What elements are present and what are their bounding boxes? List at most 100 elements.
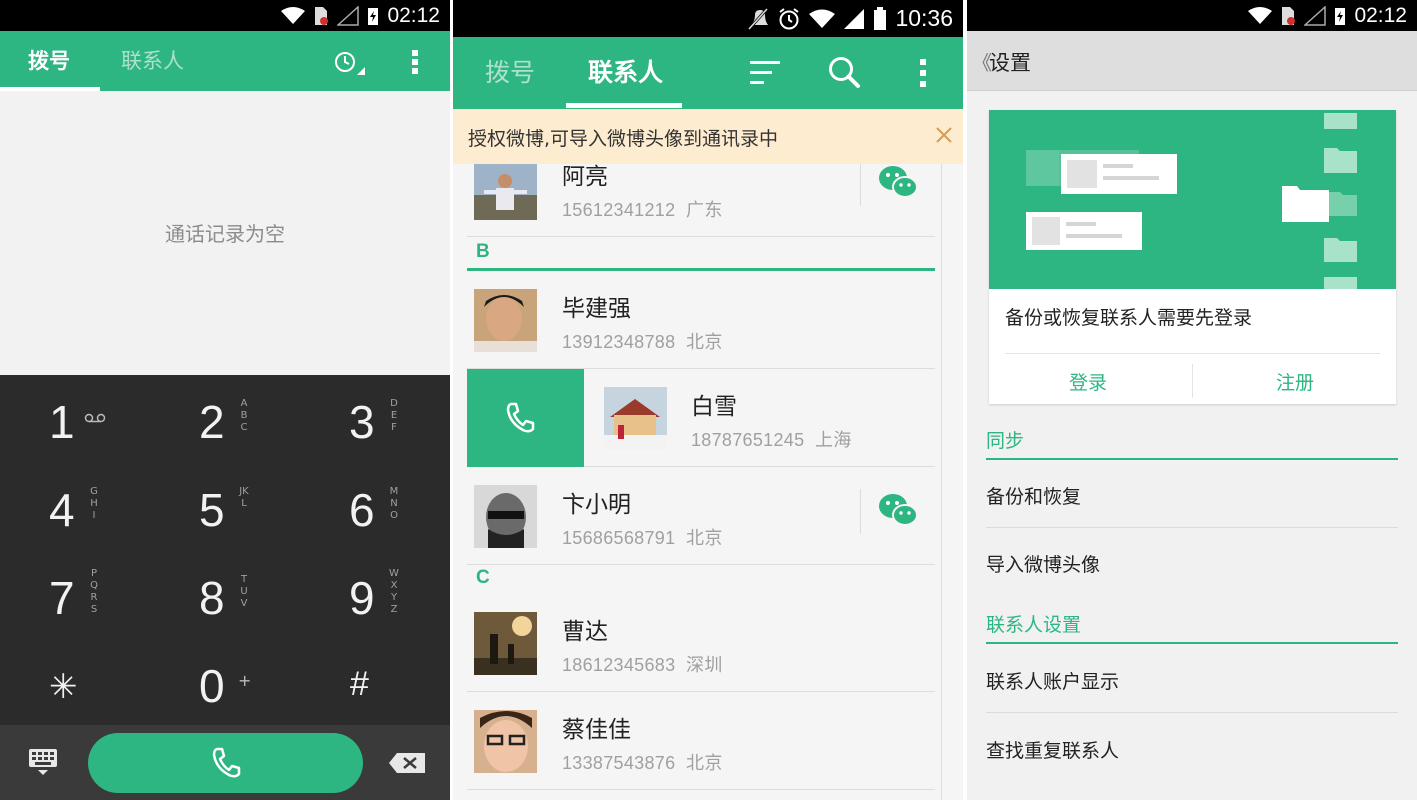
battery-icon [874, 6, 887, 30]
contact-name: 曹达 [562, 619, 608, 645]
status-bar: 02:12 [967, 0, 1417, 31]
tab-dial[interactable]: 拨号 [485, 37, 535, 109]
contact-detail: 15686568791 北京 [562, 524, 723, 550]
avatar [474, 710, 537, 773]
mute-icon [748, 7, 769, 30]
tab-dial[interactable]: 拨号 [28, 31, 70, 91]
setting-import-weibo-avatar[interactable]: 导入微博头像 [986, 528, 1398, 596]
key-hash[interactable]: # [300, 639, 450, 727]
key-letters: MNO [389, 486, 399, 521]
dialpad-keyboard-icon[interactable] [28, 747, 58, 777]
backspace-icon[interactable] [388, 752, 426, 774]
wifi-icon [809, 9, 836, 28]
status-bar: 02:12 [0, 0, 450, 31]
tab-contacts[interactable]: 联系人 [588, 37, 663, 109]
key-6[interactable]: 6 MNO [300, 463, 450, 551]
contact-phone: 18612345683 [562, 655, 676, 675]
contact-city: 广东 [686, 200, 723, 220]
contact-row[interactable]: 曹达 18612345683 深圳 [467, 594, 935, 692]
clock: 02:12 [1354, 3, 1407, 27]
section-contact-settings: 联系人设置 [986, 610, 1398, 644]
key-5[interactable]: 5 JKL [150, 463, 300, 551]
section-title: 同步 [986, 430, 1025, 452]
login-card: 备份或恢复联系人需要先登录 登录 注册 [989, 110, 1396, 404]
close-icon[interactable] [931, 122, 957, 148]
button-divider [1192, 364, 1193, 398]
contact-city: 上海 [815, 430, 852, 450]
overflow-menu-icon[interactable] [918, 57, 928, 89]
section-sync: 同步 [986, 426, 1398, 460]
contact-detail: 13387543876 北京 [562, 749, 723, 775]
wechat-icon[interactable] [877, 164, 919, 201]
login-button[interactable]: 登录 [1069, 368, 1107, 395]
sort-icon[interactable] [749, 59, 781, 87]
contact-detail: 18612345683 深圳 [562, 651, 723, 677]
overflow-menu-icon[interactable] [410, 48, 420, 76]
contact-row[interactable]: 阿亮 15612341212 广东 [467, 164, 935, 237]
contacts-list[interactable]: 阿亮 15612341212 广东 B 毕建强 13912348788 北京 白… [467, 164, 935, 800]
key-letters: GHI [90, 486, 98, 521]
contact-row[interactable]: 卞小明 15686568791 北京 [467, 467, 935, 565]
avatar [474, 485, 537, 548]
contact-city: 北京 [686, 528, 723, 548]
login-prompt: 备份或恢复联系人需要先登录 [1005, 307, 1253, 329]
setting-account-display[interactable]: 联系人账户显示 [986, 645, 1398, 713]
key-digit: 6 [349, 484, 375, 536]
contact-city: 深圳 [686, 655, 723, 675]
avatar [474, 612, 537, 675]
clock: 02:12 [387, 3, 440, 27]
search-icon[interactable] [827, 55, 861, 89]
key-letters: WXYZ [389, 568, 399, 615]
setting-find-duplicates[interactable]: 查找重复联系人 [986, 714, 1398, 782]
weibo-auth-banner[interactable]: 授权微博,可导入微博头像到通讯录中 [453, 109, 963, 164]
key-letters: TUV [240, 574, 248, 609]
key-8[interactable]: 8 TUV [150, 551, 300, 639]
key-letters: JKL [239, 486, 249, 509]
key-digit: 8 [199, 572, 225, 624]
key-2[interactable]: 2 ABC [150, 375, 300, 463]
banner-text: 授权微博,可导入微博头像到通讯录中 [468, 128, 779, 150]
contact-name: 蔡佳佳 [562, 717, 631, 743]
wechat-icon[interactable] [877, 491, 919, 529]
battery-icon [1335, 7, 1346, 25]
wifi-icon [281, 6, 306, 24]
row-divider [860, 164, 861, 206]
setting-backup-restore[interactable]: 备份和恢复 [986, 460, 1398, 528]
app-bar: 拨号 联系人 [0, 31, 450, 91]
empty-call-log-message: 通话记录为空 [165, 222, 285, 246]
contact-row[interactable]: 白雪 18787651245 上海 [467, 369, 935, 467]
contact-row[interactable]: 毕建强 13912348788 北京 [467, 271, 935, 369]
tab-contacts[interactable]: 联系人 [121, 31, 184, 91]
key-letters: PQRS [90, 568, 98, 615]
index-rail[interactable] [941, 164, 942, 800]
key-0[interactable]: 0 + [150, 639, 300, 727]
call-button[interactable] [88, 733, 363, 793]
alarm-icon [779, 7, 800, 29]
key-7[interactable]: 7 PQRS [0, 551, 150, 639]
contact-phone: 13912348788 [562, 332, 676, 352]
backup-illustration [989, 110, 1396, 289]
section-header-b: B [467, 237, 935, 271]
avatar [474, 289, 537, 352]
avatar [474, 164, 537, 220]
setting-label: 导入微博头像 [986, 554, 1101, 576]
swipe-call-button[interactable] [467, 369, 584, 467]
tab-indicator [0, 87, 100, 91]
contact-name: 卞小明 [562, 492, 631, 518]
contact-name: 白雪 [691, 394, 737, 420]
key-star[interactable]: ✳ [0, 639, 150, 727]
wifi-icon [1248, 6, 1273, 24]
key-9[interactable]: 9 WXYZ [300, 551, 450, 639]
contact-detail: 15612341212 广东 [562, 196, 723, 222]
contacts-screen: 10:36 拨号 联系人 授权微博,可导入微博头像到通讯录中 阿亮 156123… [453, 0, 963, 800]
key-4[interactable]: 4 GHI [0, 463, 150, 551]
history-icon[interactable] [333, 51, 367, 79]
key-3[interactable]: 3 DEF [300, 375, 450, 463]
key-1[interactable]: 1 [0, 375, 150, 463]
register-button[interactable]: 注册 [1276, 368, 1314, 395]
row-divider [860, 489, 861, 534]
signal-icon [1304, 5, 1327, 26]
section-title: 联系人设置 [986, 614, 1082, 636]
settings-screen: 02:12 《 设置 备份或恢复联系人需要先登录 登录 注册 同步 备份和恢复 … [967, 0, 1417, 800]
contact-row[interactable]: 蔡佳佳 13387543876 北京 [467, 692, 935, 790]
